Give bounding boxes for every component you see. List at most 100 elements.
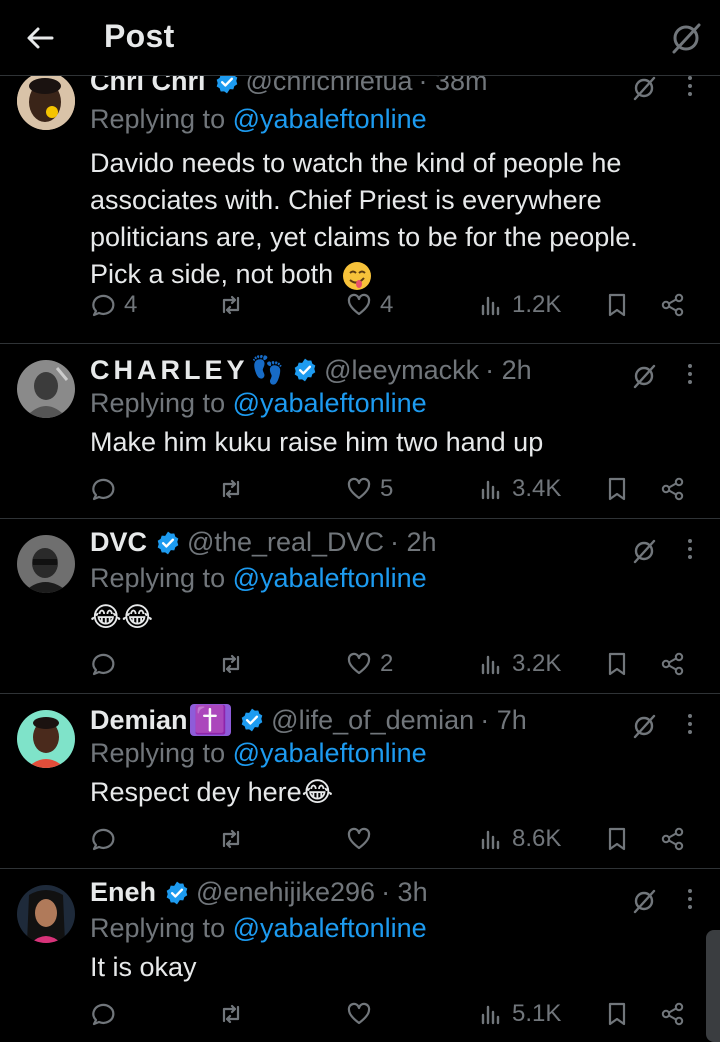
replies-feed[interactable]: Chri Chri @chrichriefua · 38m Replying t… [0, 76, 720, 1042]
share-button[interactable] [660, 997, 686, 1031]
views-button[interactable]: 5.1K [478, 997, 561, 1031]
reply-count: 4 [124, 291, 138, 318]
retweet-button[interactable] [218, 647, 252, 681]
reply-button[interactable]: 4 [90, 288, 137, 322]
display-name[interactable]: Eneh [90, 877, 156, 908]
share-button[interactable] [660, 822, 686, 856]
more-icon[interactable] [680, 360, 700, 388]
verified-badge-icon [216, 76, 237, 93]
handle[interactable]: @the_real_DVC [187, 527, 384, 558]
handle[interactable]: @chrichriefua [246, 76, 413, 97]
post-header: Chri Chri @chrichriefua · 38m [90, 76, 488, 97]
retweet-button[interactable] [218, 997, 252, 1031]
replying-to-handle[interactable]: @yabaleftonline [233, 738, 427, 768]
reply-post[interactable]: Demian ✝️ @life_of_demian · 7h Replying … [0, 694, 720, 869]
post-header: Demian ✝️ @life_of_demian · 7h [90, 704, 527, 736]
grok-icon[interactable] [630, 887, 658, 915]
grok-icon[interactable] [668, 20, 704, 56]
like-button[interactable]: 2 [346, 647, 393, 681]
grok-icon[interactable] [630, 537, 658, 565]
bookmark-button[interactable] [604, 647, 630, 681]
verified-badge-icon [157, 531, 179, 554]
bookmark-button[interactable] [604, 997, 630, 1031]
replying-to-handle[interactable]: @yabaleftonline [233, 563, 427, 593]
replying-to-handle[interactable]: @yabaleftonline [233, 388, 427, 418]
like-button[interactable]: 5 [346, 472, 393, 506]
verified-badge-icon [294, 358, 316, 382]
grok-icon[interactable] [630, 76, 658, 102]
bookmark-icon [608, 293, 626, 317]
reply-icon [92, 294, 115, 317]
post-header: CHARLEY 👣 @leeymackk · 2h [90, 354, 532, 386]
replying-to-label: Replying to [90, 913, 233, 943]
post-text: Make him kuku raise him two hand up [90, 427, 544, 457]
views-button[interactable]: 3.2K [478, 647, 561, 681]
avatar[interactable] [17, 76, 75, 130]
post-text: It is okay [90, 952, 197, 982]
more-icon[interactable] [680, 76, 700, 100]
retweet-icon [222, 654, 240, 674]
reply-post[interactable]: DVC @the_real_DVC · 2h Replying to @yaba… [0, 519, 720, 694]
reply-button[interactable] [90, 822, 124, 856]
reply-icon [92, 653, 115, 676]
retweet-button[interactable] [218, 822, 252, 856]
reply-button[interactable] [90, 647, 124, 681]
reply-post[interactable]: CHARLEY 👣 @leeymackk · 2h Replying to @y… [0, 344, 720, 519]
bookmark-button[interactable] [604, 472, 630, 506]
avatar[interactable] [17, 535, 75, 593]
scrollbar[interactable] [706, 930, 720, 1042]
bookmark-button[interactable] [604, 822, 630, 856]
display-name[interactable]: CHARLEY [90, 355, 249, 386]
share-button[interactable] [660, 288, 686, 322]
timestamp: · 38m [418, 76, 488, 96]
post-header: Eneh @enehijike296 · 3h [90, 877, 428, 908]
post-text: 😂😂 [90, 602, 154, 632]
more-icon[interactable] [680, 710, 700, 738]
reply-post[interactable]: Chri Chri @chrichriefua · 38m Replying t… [0, 76, 720, 344]
grok-icon[interactable] [630, 712, 658, 740]
replying-to-handle[interactable]: @yabaleftonline [233, 104, 427, 134]
views-button[interactable]: 3.4K [478, 472, 561, 506]
retweet-button[interactable] [218, 472, 252, 506]
replying-to-label: Replying to [90, 104, 233, 134]
display-name[interactable]: Chri Chri [90, 76, 206, 97]
avatar[interactable] [17, 710, 75, 768]
views-button[interactable]: 8.6K [478, 822, 561, 856]
display-name[interactable]: DVC [90, 527, 147, 558]
like-button[interactable] [346, 997, 380, 1031]
grok-icon[interactable] [630, 362, 658, 390]
post-text: Davido needs to watch the kind of people… [90, 145, 690, 293]
more-icon[interactable] [680, 535, 700, 563]
retweet-button[interactable] [218, 288, 252, 322]
post-text: Respect dey here😂 [90, 777, 334, 807]
share-button[interactable] [660, 647, 686, 681]
replying-to-handle[interactable]: @yabaleftonline [233, 913, 427, 943]
top-bar: Post [0, 0, 720, 76]
more-icon[interactable] [680, 885, 700, 913]
like-button[interactable] [346, 822, 380, 856]
timestamp: · 7h [480, 704, 527, 735]
reply-button[interactable] [90, 472, 124, 506]
views-icon [481, 480, 500, 500]
like-button[interactable]: 4 [346, 288, 393, 322]
reply-icon [92, 828, 115, 851]
post-header: DVC @the_real_DVC · 2h [90, 527, 437, 558]
display-name[interactable]: Demian [90, 705, 188, 736]
share-icon [661, 477, 684, 501]
bookmark-icon [608, 1002, 626, 1026]
avatar[interactable] [17, 885, 75, 943]
handle[interactable]: @life_of_demian [271, 705, 474, 736]
replying-to: Replying to @yabaleftonline [90, 388, 427, 419]
reply-button[interactable] [90, 997, 124, 1031]
like-count: 4 [380, 291, 394, 318]
avatar[interactable] [17, 360, 75, 418]
handle[interactable]: @enehijike296 [196, 877, 375, 908]
bookmark-button[interactable] [604, 288, 630, 322]
like-count: 2 [380, 650, 394, 677]
like-icon [347, 293, 371, 316]
back-arrow-icon[interactable] [22, 20, 58, 56]
share-button[interactable] [660, 472, 686, 506]
handle[interactable]: @leeymackk [324, 355, 479, 386]
views-button[interactable]: 1.2K [478, 288, 561, 322]
reply-post[interactable]: Eneh @enehijike296 · 3h Replying to @yab… [0, 869, 720, 1042]
